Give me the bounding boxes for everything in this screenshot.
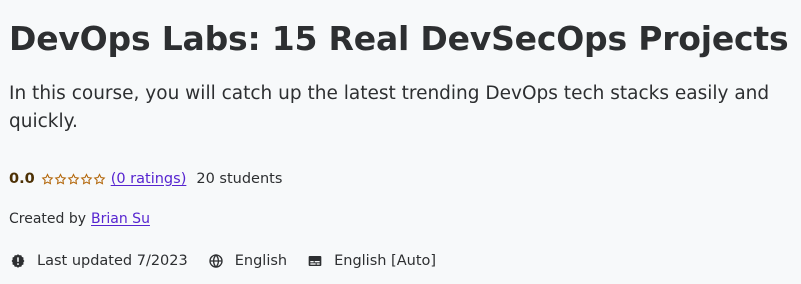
captions-item: English [Auto]: [307, 253, 436, 269]
created-by-label: Created by: [9, 211, 87, 227]
star-outline-icon: [54, 172, 67, 186]
alert-badge-icon: [10, 253, 26, 269]
instructor-link[interactable]: Brian Su: [91, 211, 150, 227]
last-updated-item: Last updated 7/2023: [10, 253, 188, 269]
language-item: English: [208, 253, 287, 269]
instructor-line: Created by Brian Su: [9, 209, 150, 229]
course-title: DevOps Labs: 15 Real DevSecOps Projects: [9, 19, 789, 58]
closed-captions-icon: [307, 253, 323, 269]
star-outline-icon: [93, 172, 106, 186]
course-header: DevOps Labs: 15 Real DevSecOps Projects …: [0, 0, 801, 284]
rating-summary: 0.0 (0 ratings) 20 students: [9, 169, 282, 189]
language-text: English: [234, 253, 288, 269]
rating-value: 0.0: [9, 171, 35, 187]
rating-stars: [41, 172, 106, 186]
student-count: 20 students: [196, 171, 283, 187]
ratings-link[interactable]: (0 ratings): [111, 171, 187, 187]
star-outline-icon: [80, 172, 93, 186]
star-outline-icon: [41, 172, 54, 186]
globe-icon: [208, 253, 224, 269]
course-subtitle: In this course, you will catch up the la…: [9, 83, 770, 132]
star-outline-icon: [67, 172, 80, 186]
course-meta: Last updated 7/2023 English English [Aut…: [10, 250, 456, 272]
last-updated-text: Last updated 7/2023: [37, 253, 188, 269]
captions-text: English [Auto]: [334, 253, 437, 269]
